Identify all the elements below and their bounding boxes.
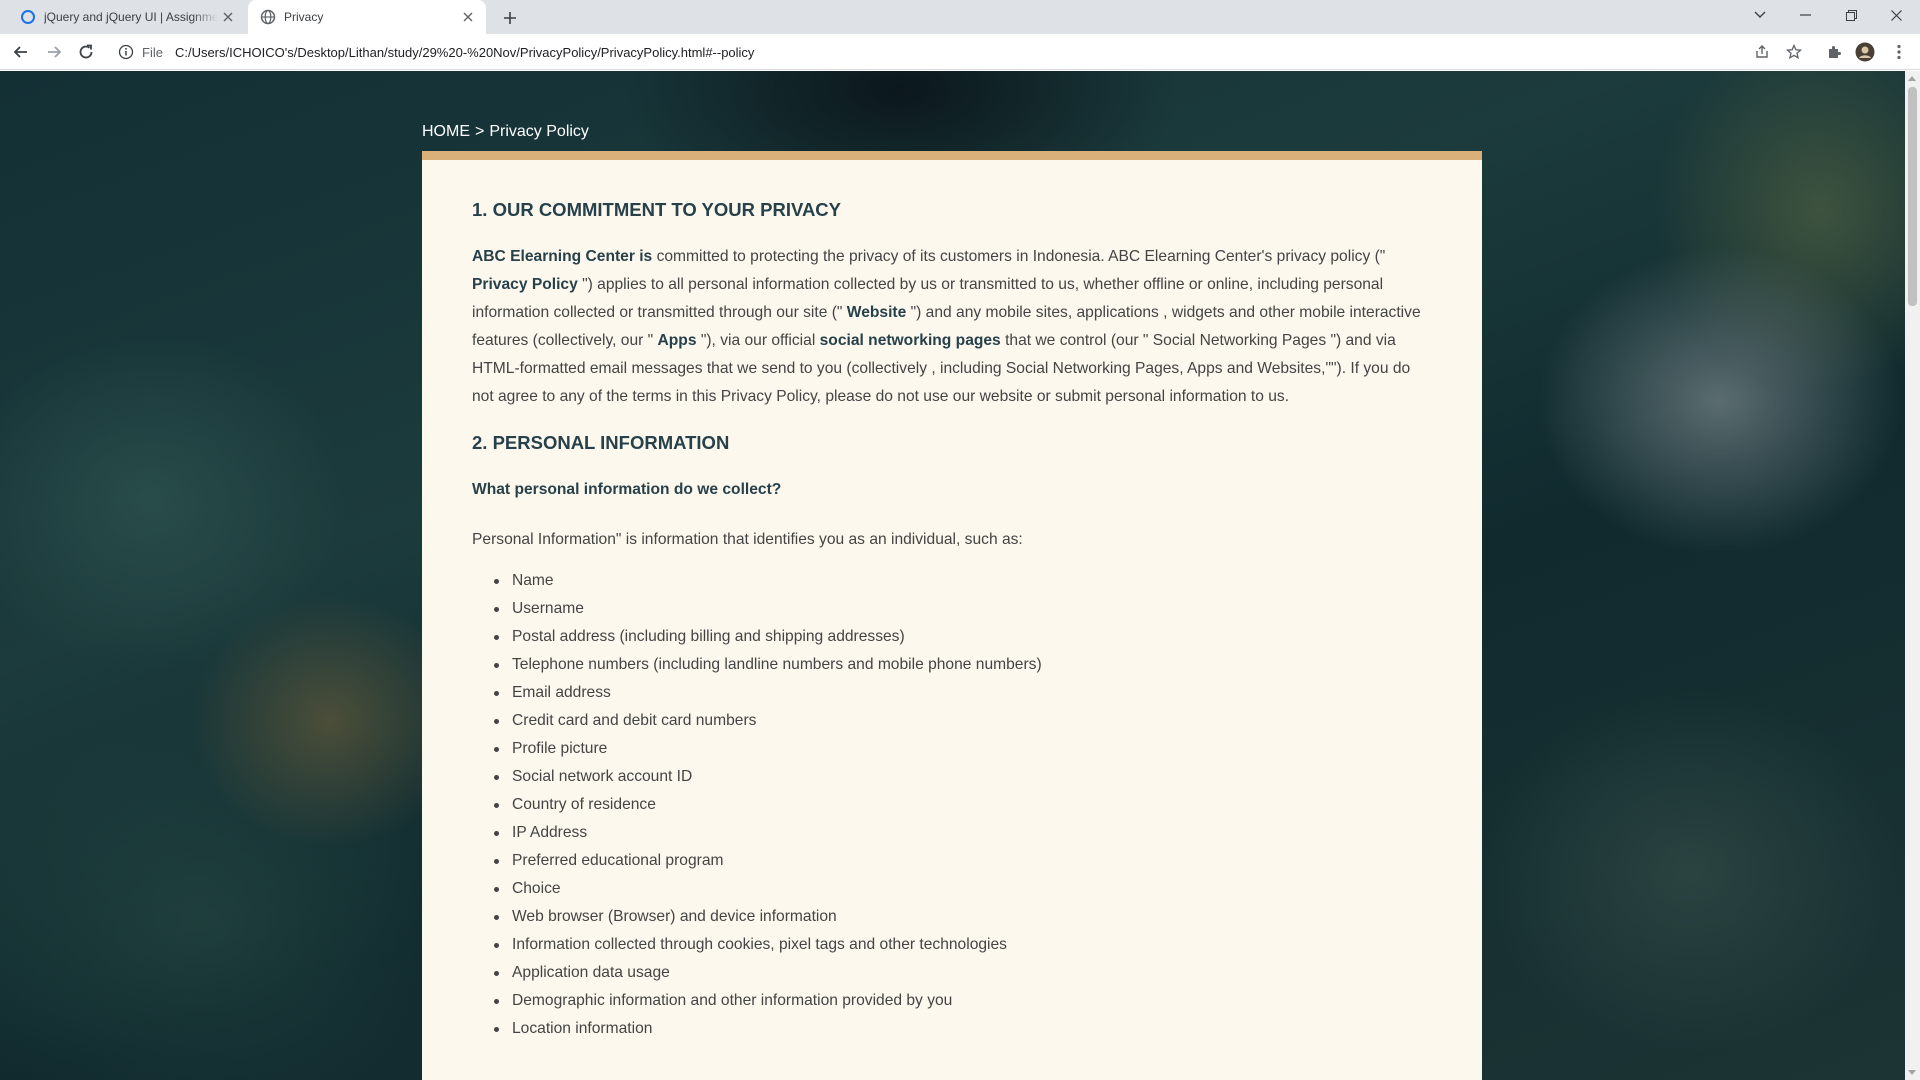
back-button[interactable] xyxy=(7,38,35,66)
list-item: Application data usage xyxy=(494,959,1432,987)
puzzle-icon xyxy=(1829,46,1841,58)
list-item: Credit card and debit card numbers xyxy=(494,707,1432,735)
extensions-button[interactable] xyxy=(1822,40,1846,64)
list-item: Profile picture xyxy=(494,735,1432,763)
list-item: Name xyxy=(494,567,1432,595)
menu-button[interactable] xyxy=(1887,40,1911,64)
list-item: Username xyxy=(494,595,1432,623)
list-item: Postal address (including billing and sh… xyxy=(494,623,1432,651)
list-item: Country of residence xyxy=(494,791,1432,819)
restore-button[interactable] xyxy=(1831,0,1871,30)
address-bar[interactable]: File C:/Users/ICHOICO's/Desktop/Lithan/s… xyxy=(110,37,1770,67)
list-item: Email address xyxy=(494,679,1432,707)
more-vert-icon xyxy=(1897,44,1901,60)
list-item: Demographic information and other inform… xyxy=(494,987,1432,1015)
list-item: Social network account ID xyxy=(494,763,1432,791)
minimize-button[interactable] xyxy=(1785,0,1825,30)
breadcrumb: HOME > Privacy Policy xyxy=(422,123,589,141)
tab-title: Privacy xyxy=(284,10,324,24)
vertical-scrollbar[interactable] xyxy=(1905,71,1920,1080)
list-item: IP Address xyxy=(494,819,1432,847)
personal-info-list: Name Username Postal address (including bi… xyxy=(472,567,1432,1043)
tab-search-button[interactable] xyxy=(1740,0,1780,30)
list-item: Choice xyxy=(494,875,1432,903)
browser-toolbar: File C:/Users/ICHOICO's/Desktop/Lithan/s… xyxy=(0,34,1920,70)
profile-button[interactable] xyxy=(1853,40,1877,64)
bookmark-button[interactable] xyxy=(1782,40,1806,64)
section-heading: 1. OUR COMMITMENT TO YOUR PRIVACY xyxy=(472,199,841,220)
chevron-down-icon xyxy=(1754,11,1766,18)
reload-button[interactable] xyxy=(72,38,100,66)
section-heading: 2. PERSONAL INFORMATION xyxy=(472,432,730,453)
close-icon xyxy=(1890,9,1902,21)
globe-icon xyxy=(260,9,276,25)
scrollbar-thumb[interactable] xyxy=(1908,87,1917,306)
forward-button[interactable] xyxy=(40,38,68,66)
list-item: Telephone numbers (including landline nu… xyxy=(494,651,1432,679)
avatar-icon xyxy=(1855,42,1875,62)
close-icon[interactable] xyxy=(218,7,238,27)
share-button[interactable] xyxy=(1750,40,1774,64)
breadcrumb-current: Privacy Policy xyxy=(489,123,589,140)
share-icon xyxy=(1756,45,1768,58)
scroll-up-arrow[interactable] xyxy=(1908,76,1916,81)
close-window-button[interactable] xyxy=(1876,0,1916,30)
intro-paragraph: Personal Information" is information tha… xyxy=(472,531,1023,548)
subheading: What personal information do we collect? xyxy=(472,481,782,498)
scroll-down-arrow[interactable] xyxy=(1908,1070,1916,1075)
tab-jquery[interactable]: jQuery and jQuery UI | Assignment xyxy=(8,0,246,34)
list-item: Web browser (Browser) and device informa… xyxy=(494,903,1432,931)
page-viewport: HOME > Privacy Policy 1. OUR COMMITMENT TO… xyxy=(0,71,1905,1080)
list-item: Preferred educational program xyxy=(494,847,1432,875)
minimize-icon xyxy=(1799,14,1811,16)
breadcrumb-home-link[interactable]: HOME xyxy=(422,123,470,140)
restore-icon xyxy=(1845,9,1857,21)
reload-icon xyxy=(79,44,93,59)
info-icon xyxy=(118,44,134,60)
breadcrumb-separator: > xyxy=(475,123,485,140)
tab-title: jQuery and jQuery UI | Assignment xyxy=(44,10,218,24)
arrow-right-icon xyxy=(48,46,62,58)
list-item: Information collected through cookies, p… xyxy=(494,931,1432,959)
privacy-policy-card: 1. OUR COMMITMENT TO YOUR PRIVACY ABC El… xyxy=(422,151,1482,1080)
commitment-paragraph: ABC Elearning Center is committed to pro… xyxy=(472,248,1421,405)
star-icon xyxy=(1786,44,1802,60)
circle-o-icon xyxy=(21,10,35,24)
tab-privacy[interactable]: Privacy xyxy=(248,0,486,34)
url-scheme: File xyxy=(142,44,163,60)
tab-strip: jQuery and jQuery UI | Assignment Privac… xyxy=(0,0,1920,34)
plus-icon xyxy=(504,12,516,24)
arrow-left-icon xyxy=(13,46,27,58)
url-text[interactable]: C:/Users/ICHOICO's/Desktop/Lithan/study/… xyxy=(175,45,754,60)
close-icon[interactable] xyxy=(458,7,478,27)
new-tab-button[interactable] xyxy=(496,4,524,32)
list-item: Location information xyxy=(494,1015,1432,1043)
